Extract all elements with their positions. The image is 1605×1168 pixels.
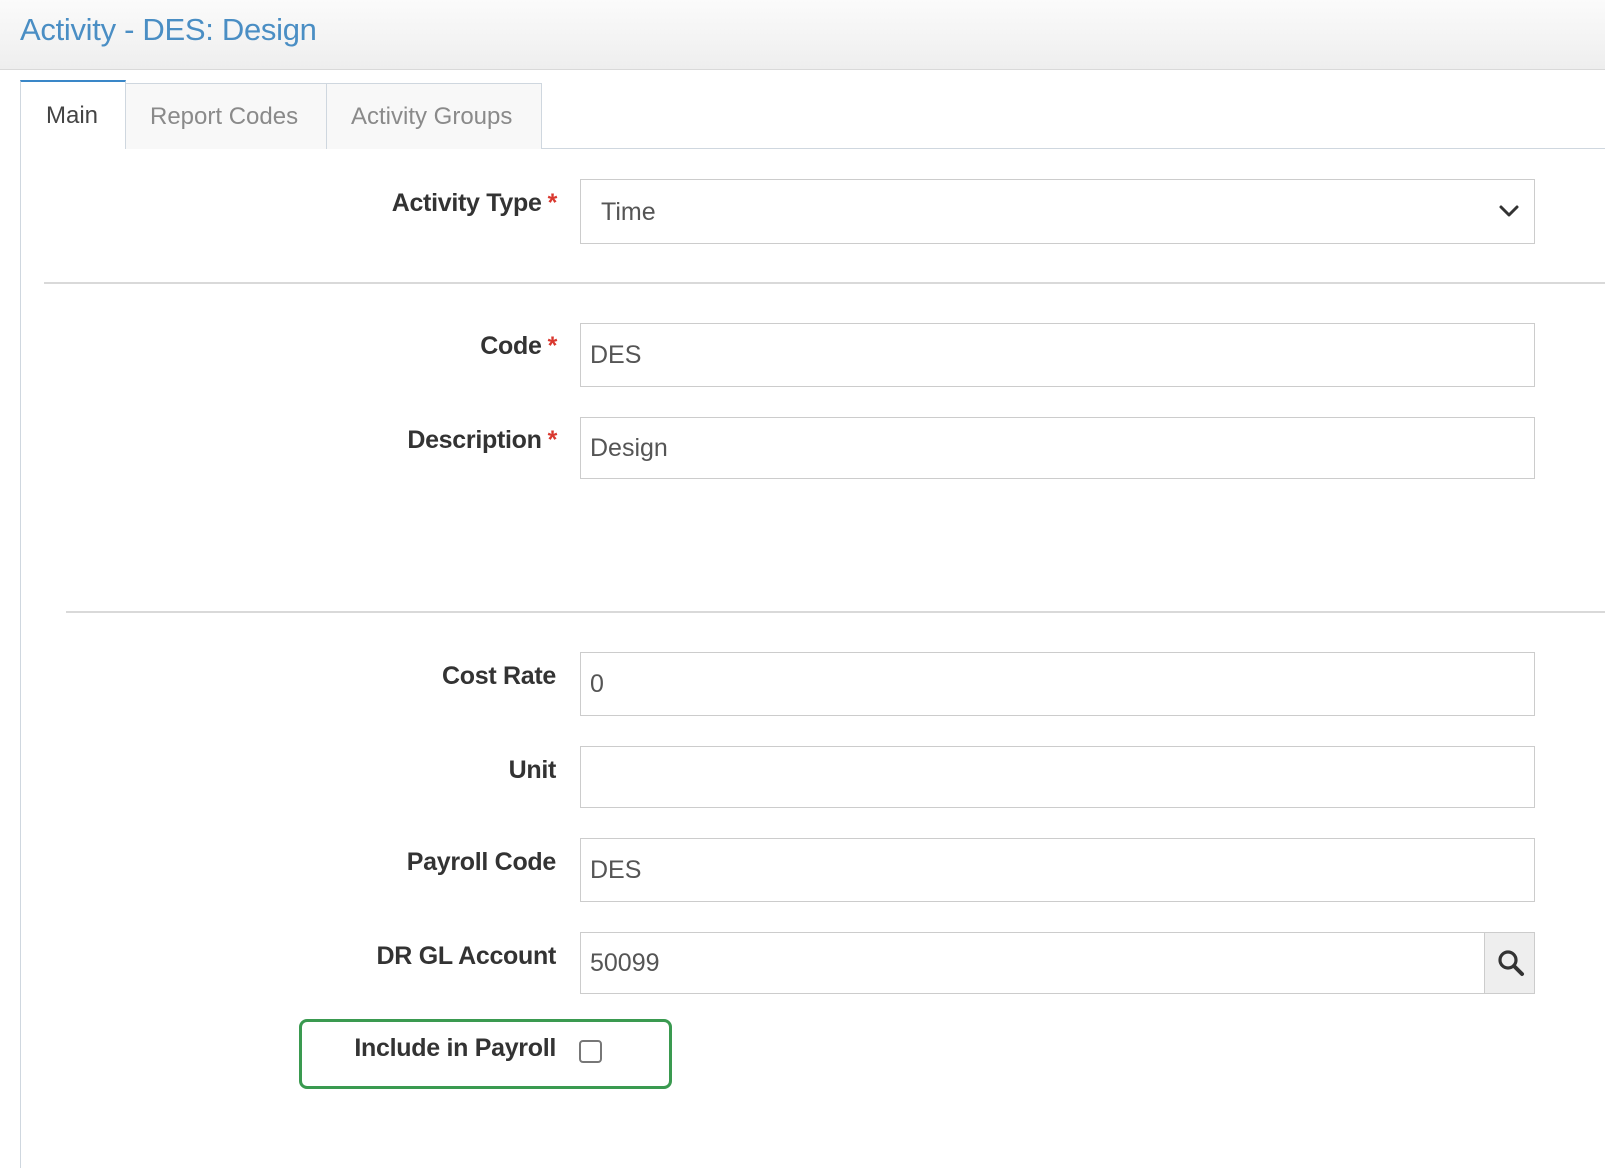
- chevron-down-icon: [1499, 205, 1519, 217]
- cost-rate-input[interactable]: [580, 652, 1535, 716]
- dr-gl-account-input[interactable]: [580, 932, 1485, 994]
- required-marker: *: [547, 189, 558, 217]
- dr-gl-account-label: DR GL Account: [376, 942, 557, 970]
- description-label: Description *: [407, 426, 558, 454]
- code-label: Code *: [480, 332, 558, 360]
- tab-bar: Main Report Codes Activity Groups: [20, 80, 542, 149]
- tab-report-codes[interactable]: Report Codes: [125, 83, 327, 149]
- title-bar: Activity - DES: Design: [0, 0, 1605, 70]
- unit-input[interactable]: [580, 746, 1535, 808]
- activity-type-select[interactable]: Time: [580, 179, 1535, 244]
- activity-type-value: Time: [601, 198, 656, 226]
- include-in-payroll-label: Include in Payroll: [354, 1034, 556, 1062]
- unit-label: Unit: [508, 756, 557, 784]
- tab-activity-groups[interactable]: Activity Groups: [326, 83, 542, 149]
- required-marker: *: [547, 426, 558, 454]
- search-icon: [1498, 950, 1524, 976]
- activity-type-label: Activity Type *: [391, 189, 558, 217]
- code-input[interactable]: [580, 323, 1535, 387]
- include-in-payroll-checkbox[interactable]: [579, 1040, 602, 1063]
- required-marker: *: [547, 332, 558, 360]
- section-divider: [44, 282, 1605, 284]
- description-input[interactable]: [580, 417, 1535, 479]
- tab-main[interactable]: Main: [20, 80, 126, 149]
- payroll-code-label: Payroll Code: [406, 848, 557, 876]
- page-title: Activity - DES: Design: [20, 12, 317, 47]
- payroll-code-input[interactable]: [580, 838, 1535, 902]
- cost-rate-label: Cost Rate: [442, 662, 556, 690]
- gl-account-lookup-button[interactable]: [1484, 932, 1535, 994]
- section-divider: [66, 611, 1605, 613]
